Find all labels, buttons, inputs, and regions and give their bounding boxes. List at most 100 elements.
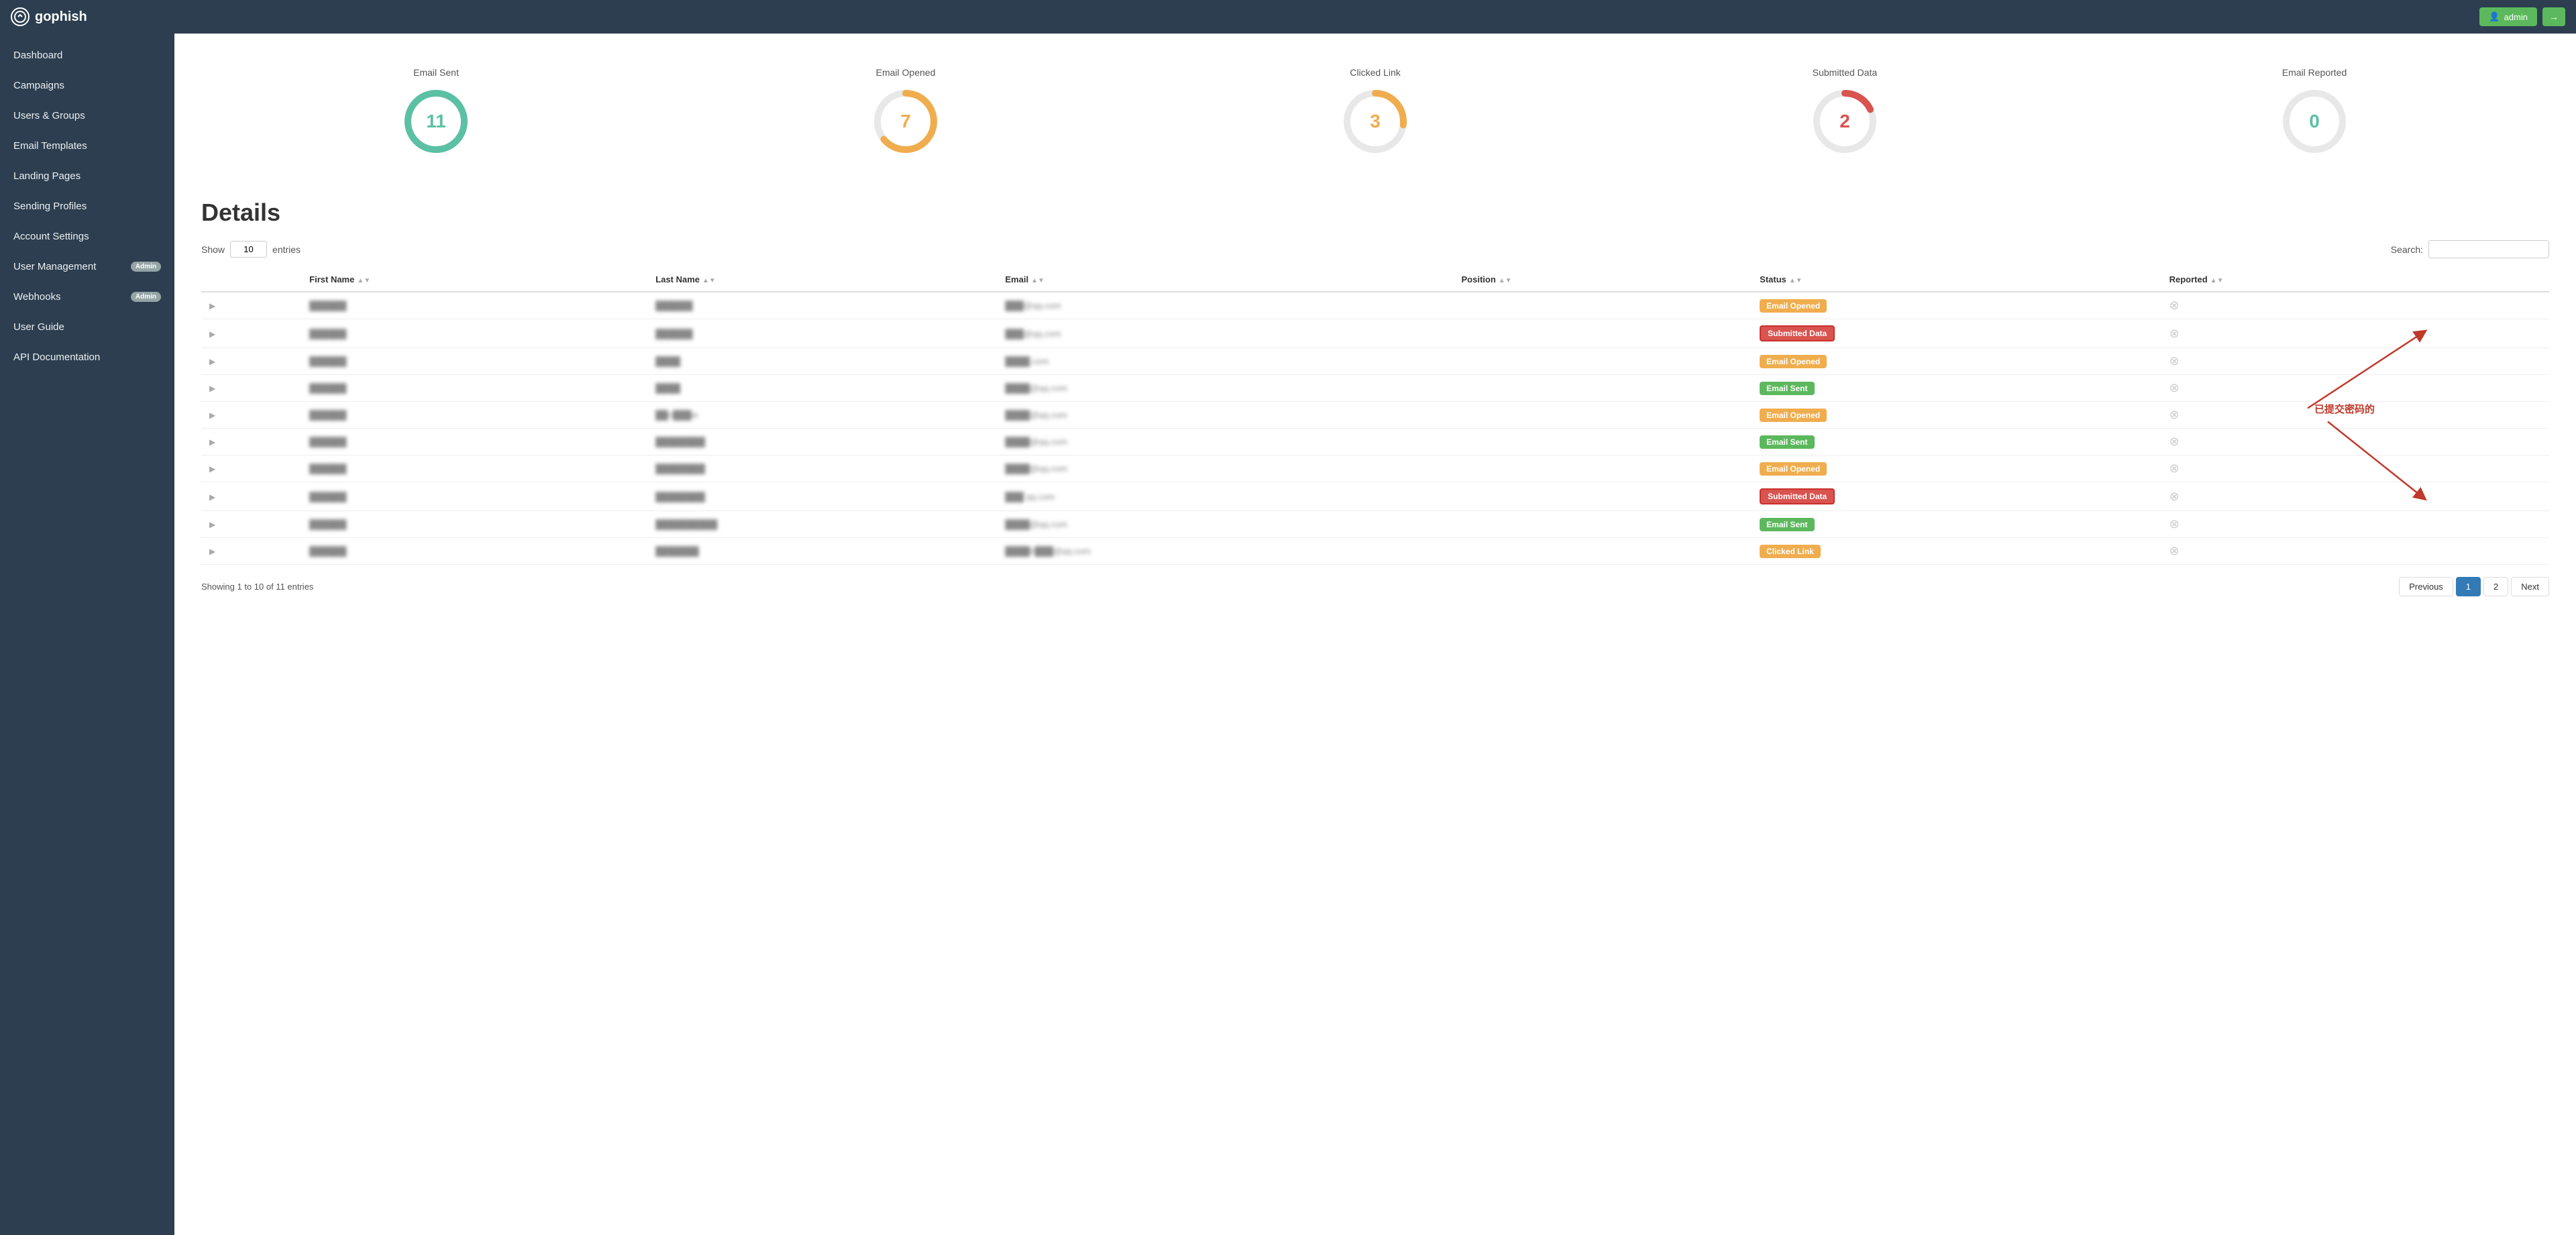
expand-icon[interactable]: ▶	[209, 547, 215, 556]
reported-icon[interactable]: ⊗	[2169, 354, 2180, 368]
expand-icon[interactable]: ▶	[209, 437, 215, 447]
logo-icon	[11, 7, 30, 26]
logout-button[interactable]: →	[2542, 7, 2565, 26]
first-name-cell: ██████	[301, 482, 647, 511]
stat-value-clicked-link: 3	[1370, 111, 1381, 132]
last-name-cell: ██████	[647, 292, 997, 319]
sidebar-label: Webhooks	[13, 291, 61, 303]
reported-icon[interactable]: ⊗	[2169, 517, 2180, 531]
reported-icon[interactable]: ⊗	[2169, 544, 2180, 557]
reported-cell: ⊗	[2161, 482, 2477, 511]
expand-icon[interactable]: ▶	[209, 329, 215, 339]
expand-cell[interactable]: ▶	[201, 292, 301, 319]
expand-icon[interactable]: ▶	[209, 357, 215, 366]
table-row: ▶███████████████@qq.comEmail Opened⊗	[201, 292, 2549, 319]
table-row: ▶████████n███ie████@qq.comEmail Opened⊗	[201, 402, 2549, 429]
expand-cell[interactable]: ▶	[201, 511, 301, 538]
position-cell	[1453, 319, 1752, 348]
entries-input[interactable]	[230, 241, 267, 258]
status-cell: Email Opened	[1752, 455, 2161, 482]
reported-icon[interactable]: ⊗	[2169, 327, 2180, 340]
reported-icon[interactable]: ⊗	[2169, 408, 2180, 421]
last-name-cell: ████████	[647, 455, 997, 482]
expand-icon[interactable]: ▶	[209, 464, 215, 474]
reported-cell: ⊗	[2161, 292, 2477, 319]
status-badge: Email Opened	[1760, 409, 1827, 422]
sidebar-item-account-settings[interactable]: Account Settings	[0, 221, 174, 252]
expand-icon[interactable]: ▶	[209, 520, 215, 529]
stat-label-email-sent: Email Sent	[413, 67, 459, 78]
expand-icon[interactable]: ▶	[209, 384, 215, 393]
pagination-info: Showing 1 to 10 of 11 entries	[201, 582, 313, 592]
search-label: Search:	[2391, 244, 2423, 255]
search-input[interactable]	[2428, 240, 2549, 258]
expand-cell[interactable]: ▶	[201, 319, 301, 348]
col-first-name[interactable]: First Name▲▼	[301, 268, 647, 292]
sidebar: Dashboard Campaigns Users & Groups Email…	[0, 34, 174, 1235]
sidebar-item-landing-pages[interactable]: Landing Pages	[0, 161, 174, 191]
sidebar-item-email-templates[interactable]: Email Templates	[0, 131, 174, 161]
sort-icon-reported: ▲▼	[2210, 277, 2224, 284]
reported-icon[interactable]: ⊗	[2169, 299, 2180, 312]
reported-icon[interactable]: ⊗	[2169, 490, 2180, 503]
col-status[interactable]: Status▲▼	[1752, 268, 2161, 292]
expand-cell[interactable]: ▶	[201, 538, 301, 565]
expand-icon[interactable]: ▶	[209, 492, 215, 502]
expand-cell[interactable]: ▶	[201, 348, 301, 375]
previous-button[interactable]: Previous	[2399, 577, 2453, 596]
next-button[interactable]: Next	[2511, 577, 2549, 596]
expand-icon[interactable]: ▶	[209, 411, 215, 420]
email-cell: ████6███@qq.com	[997, 538, 1453, 565]
last-name-cell: ████	[647, 348, 997, 375]
position-cell	[1453, 511, 1752, 538]
reported-icon[interactable]: ⊗	[2169, 381, 2180, 394]
expand-cell[interactable]: ▶	[201, 482, 301, 511]
first-name-cell: ██████	[301, 511, 647, 538]
status-cell: Email Opened	[1752, 348, 2161, 375]
col-email[interactable]: Email▲▼	[997, 268, 1453, 292]
reported-icon[interactable]: ⊗	[2169, 435, 2180, 448]
sidebar-item-users-groups[interactable]: Users & Groups	[0, 101, 174, 131]
page-button-2[interactable]: 2	[2483, 577, 2508, 596]
email-cell: ████@qq.com	[997, 402, 1453, 429]
sidebar-label: Dashboard	[13, 50, 62, 61]
stat-email-reported: Email Reported 0	[2277, 67, 2351, 158]
sidebar-item-campaigns[interactable]: Campaigns	[0, 70, 174, 101]
stat-value-email-reported: 0	[2309, 111, 2320, 132]
email-cell: ████@qq.com	[997, 375, 1453, 402]
sidebar-item-webhooks[interactable]: Webhooks Admin	[0, 282, 174, 312]
expand-cell[interactable]: ▶	[201, 429, 301, 455]
col-position[interactable]: Position▲▼	[1453, 268, 1752, 292]
expand-cell[interactable]: ▶	[201, 455, 301, 482]
reported-cell: ⊗	[2161, 455, 2477, 482]
entries-label: entries	[272, 244, 301, 255]
position-cell	[1453, 538, 1752, 565]
stat-label-submitted-data: Submitted Data	[1813, 67, 1878, 78]
reported-icon[interactable]: ⊗	[2169, 462, 2180, 475]
expand-icon[interactable]: ▶	[209, 301, 215, 311]
sidebar-item-api-documentation[interactable]: API Documentation	[0, 342, 174, 372]
stat-email-opened: Email Opened 7	[869, 67, 943, 158]
col-reported[interactable]: Reported▲▼	[2161, 268, 2477, 292]
expand-cell[interactable]: ▶	[201, 375, 301, 402]
col-last-name[interactable]: Last Name▲▼	[647, 268, 997, 292]
email-cell: ████@qq.com	[997, 455, 1453, 482]
table-row: ▶██████████████.comEmail Opened⊗	[201, 348, 2549, 375]
sidebar-item-dashboard[interactable]: Dashboard	[0, 40, 174, 70]
user-icon: 👤	[2489, 11, 2500, 22]
position-cell	[1453, 482, 1752, 511]
sidebar-item-user-guide[interactable]: User Guide	[0, 312, 174, 342]
stats-row: Email Sent 11 Email Opened 7 Clicked Lin…	[201, 54, 2549, 172]
status-badge: Email Sent	[1760, 518, 1814, 531]
search-box: Search:	[2391, 240, 2549, 258]
sort-icon-first-name: ▲▼	[357, 277, 370, 284]
admin-button[interactable]: 👤 admin	[2479, 7, 2537, 26]
last-name-cell: ████	[647, 375, 997, 402]
brand-logo[interactable]: gophish	[11, 7, 87, 26]
sidebar-item-sending-profiles[interactable]: Sending Profiles	[0, 191, 174, 221]
stat-label-email-reported: Email Reported	[2282, 67, 2347, 78]
sidebar-item-user-management[interactable]: User Management Admin	[0, 252, 174, 282]
expand-cell[interactable]: ▶	[201, 402, 301, 429]
table-row: ▶██████████████@qq.comEmail Sent⊗	[201, 375, 2549, 402]
page-button-1[interactable]: 1	[2456, 577, 2481, 596]
